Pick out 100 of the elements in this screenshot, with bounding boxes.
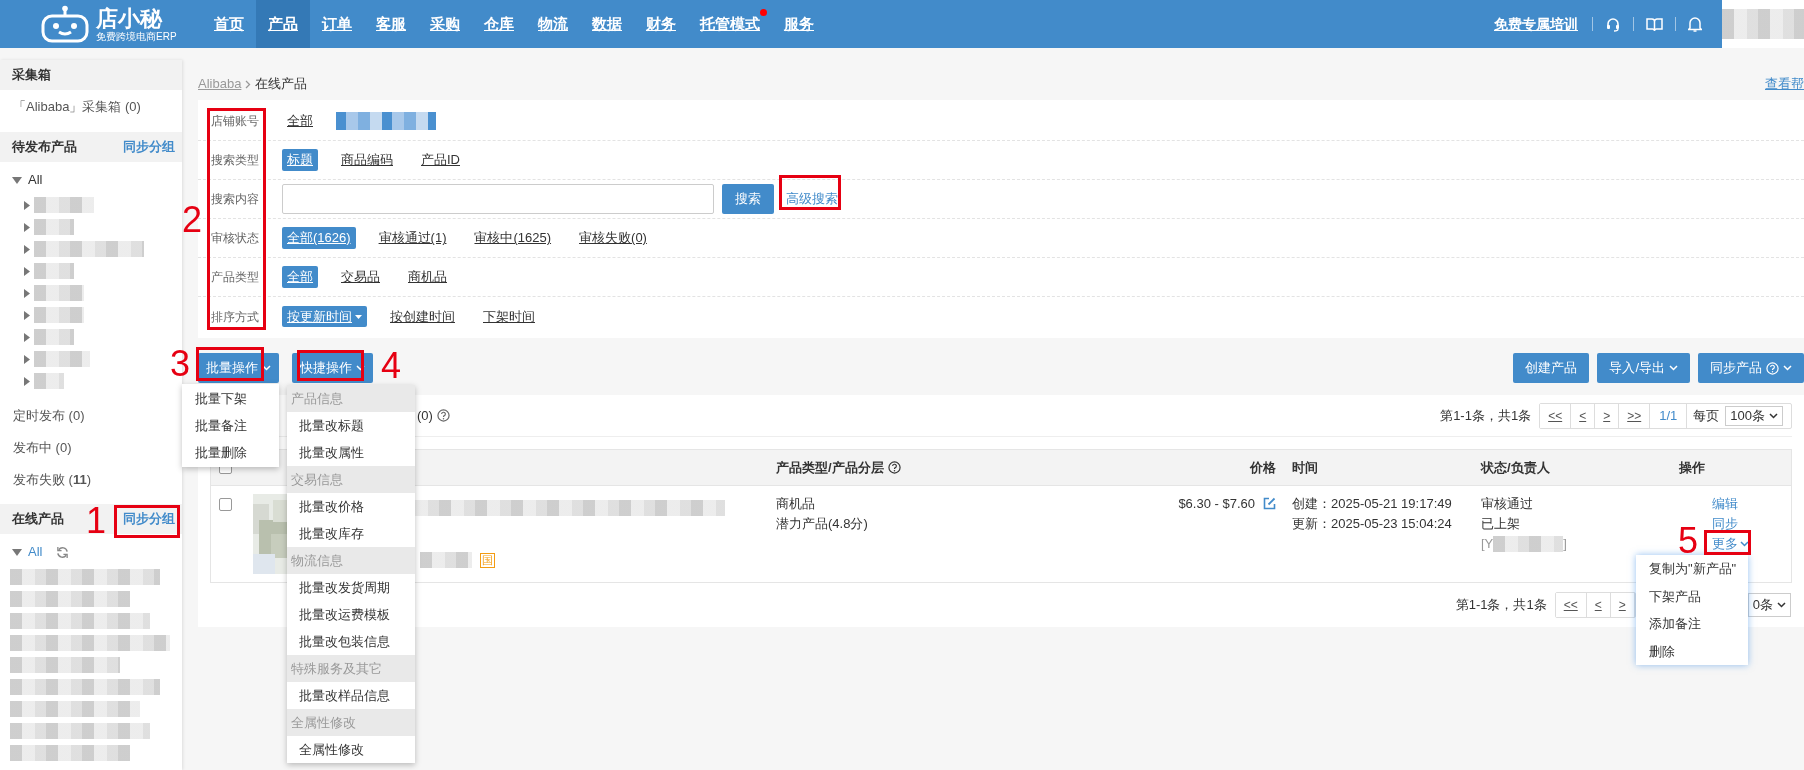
sidebar-item[interactable]: 发布失败 (11) xyxy=(0,464,182,496)
filter-option[interactable]: 商机品 xyxy=(403,266,452,288)
advanced-search-link[interactable]: 高级搜索 xyxy=(786,189,838,209)
menu-item[interactable]: 全属性修改 xyxy=(287,736,415,763)
dropdown-button[interactable]: 同步产品 xyxy=(1698,353,1804,383)
pager-button[interactable]: << xyxy=(1555,593,1587,617)
logo-tagline: 免费跨境电商ERP xyxy=(96,30,177,42)
pager-button[interactable]: << xyxy=(1540,403,1572,428)
annotation-number: 2 xyxy=(182,202,203,238)
menu-item[interactable]: 添加备注 xyxy=(1636,610,1748,638)
price-text: $6.30 - $7.60 xyxy=(1178,495,1255,513)
pagination-info: 第1-1条，共1条 xyxy=(1455,596,1547,615)
nav-tab[interactable]: 物流 xyxy=(526,0,580,48)
page-size-select[interactable]: 100条 xyxy=(1725,405,1783,426)
filter-option[interactable]: 审核中(1625) xyxy=(469,227,557,249)
page-indicator: 1/1 xyxy=(1650,403,1688,428)
menu-item[interactable]: 批量删除 xyxy=(182,439,279,466)
menu-item[interactable]: 批量改发货周期 xyxy=(287,574,415,601)
filter-option[interactable]: 标题 xyxy=(282,149,318,171)
menu-item[interactable]: 批量备注 xyxy=(182,412,279,439)
filter-label: 产品类型 xyxy=(210,269,260,286)
section-title: 在线产品 xyxy=(12,510,64,529)
dropdown-button[interactable]: 快捷操作 xyxy=(292,353,373,383)
nav-tab[interactable]: 托管模式 xyxy=(688,0,772,48)
menu-item[interactable]: 下架产品 xyxy=(1636,582,1748,610)
filter-label: 搜索内容 xyxy=(210,191,260,208)
cell-text: 创建：2025-05-21 19:17:49 xyxy=(1292,495,1453,513)
filter-label: 排序方式 xyxy=(210,308,260,326)
dropdown-button[interactable]: 导入/导出 xyxy=(1597,353,1690,383)
nav-tab[interactable]: 客服 xyxy=(364,0,418,48)
filter-option[interactable]: 审核失败(0) xyxy=(574,227,652,249)
menu-item[interactable]: 批量改运费模板 xyxy=(287,601,415,628)
filter-option[interactable]: 按创建时间 xyxy=(385,305,460,328)
menu-item[interactable]: 批量改标题 xyxy=(287,412,415,439)
action-link[interactable]: 编辑 xyxy=(1712,494,1738,514)
logo-text: 店小秘 xyxy=(96,6,164,31)
dropdown-button[interactable]: 批量操作 xyxy=(198,353,279,383)
nav-tab[interactable]: 首页 xyxy=(202,0,256,48)
tab-label[interactable]: (0) xyxy=(417,405,433,426)
cell-text: 商机品 xyxy=(776,495,816,513)
filter-option[interactable]: 按更新时间 xyxy=(282,305,367,328)
menu-item[interactable]: 批量改属性 xyxy=(287,439,415,466)
tree-item[interactable]: All xyxy=(28,542,43,562)
cell-text: 更新：2025-05-23 15:04:24 xyxy=(1292,515,1453,533)
sidebar-item[interactable]: 定时发布 (0) xyxy=(0,400,182,432)
nav-tab[interactable]: 服务 xyxy=(772,0,826,48)
search-button[interactable]: 搜索 xyxy=(722,184,774,214)
filter-option[interactable]: 商品编码 xyxy=(336,149,398,171)
page-size-select[interactable]: 0条 xyxy=(1747,593,1791,617)
menu-item[interactable]: 批量改库存 xyxy=(287,520,415,547)
filter-option[interactable]: 全部 xyxy=(282,110,318,132)
breadcrumb-current: 在线产品 xyxy=(255,75,308,93)
tree-item[interactable]: All xyxy=(28,170,43,190)
section-title: 待发布产品 xyxy=(12,138,77,157)
annotation-number: 4 xyxy=(381,348,402,384)
pagination-info: 第1-1条，共1条 xyxy=(1440,406,1532,425)
cell-text: 审核通过 xyxy=(1481,495,1534,513)
annotation-number: 1 xyxy=(86,503,107,539)
filter-label: 搜索类型 xyxy=(210,152,260,169)
filter-option[interactable]: 下架时间 xyxy=(478,305,540,328)
nav-tab[interactable]: 财务 xyxy=(634,0,688,48)
filter-option[interactable]: 审核通过(1) xyxy=(373,227,452,249)
cell-text: 已上架 xyxy=(1481,515,1521,533)
menu-group-label: 产品信息 xyxy=(287,385,415,412)
filter-label: 店铺账号 xyxy=(210,113,260,130)
menu-group-label: 交易信息 xyxy=(287,466,415,493)
training-link[interactable]: 免费专属培训 xyxy=(1494,13,1592,35)
menu-item[interactable]: 批量改价格 xyxy=(287,493,415,520)
column-header: 状态/负责人 xyxy=(1481,458,1550,477)
nav-tab[interactable]: 订单 xyxy=(310,0,364,48)
annotation-number: 3 xyxy=(170,346,191,382)
menu-item[interactable]: 删除 xyxy=(1636,637,1748,665)
menu-item[interactable]: 批量改样品信息 xyxy=(287,682,415,709)
menu-group-label: 物流信息 xyxy=(287,547,415,574)
column-header: 产品类型/产品分层 xyxy=(776,458,884,477)
help-link[interactable]: 查看帮 xyxy=(1765,68,1804,100)
owner-text: ] xyxy=(1563,535,1567,553)
tag: 国 xyxy=(480,552,495,568)
filter-option[interactable]: 交易品 xyxy=(336,266,385,288)
nav-tab[interactable]: 数据 xyxy=(580,0,634,48)
filter-option[interactable]: 全部(1626) xyxy=(282,227,356,249)
more-link[interactable]: 更多 xyxy=(1712,534,1749,554)
menu-item[interactable]: 批量改包装信息 xyxy=(287,628,415,655)
column-header: 操作 xyxy=(1679,458,1705,477)
menu-group-label: 特殊服务及其它 xyxy=(287,655,415,682)
create-button[interactable]: 创建产品 xyxy=(1513,353,1590,383)
section-title: 采集箱 xyxy=(12,66,51,85)
menu-item[interactable]: 批量下架 xyxy=(182,385,279,412)
nav-tab[interactable]: 产品 xyxy=(256,0,310,48)
filter-option[interactable]: 产品ID xyxy=(416,149,465,171)
per-page-label: 每页 xyxy=(1692,406,1721,425)
sidebar-item[interactable]: 发布中 (0) xyxy=(0,432,182,464)
nav-tab[interactable]: 采购 xyxy=(418,0,472,48)
nav-tab[interactable]: 仓库 xyxy=(472,0,526,48)
owner-text: [Y xyxy=(1481,535,1494,553)
filter-label: 审核状态 xyxy=(210,230,260,247)
sidebar-item[interactable]: 「Alibaba」采集箱 (0) xyxy=(0,90,182,124)
action-link[interactable]: 同步 xyxy=(1712,514,1738,534)
column-header: 价格 xyxy=(1250,458,1276,477)
filter-option[interactable]: 全部 xyxy=(282,266,318,288)
